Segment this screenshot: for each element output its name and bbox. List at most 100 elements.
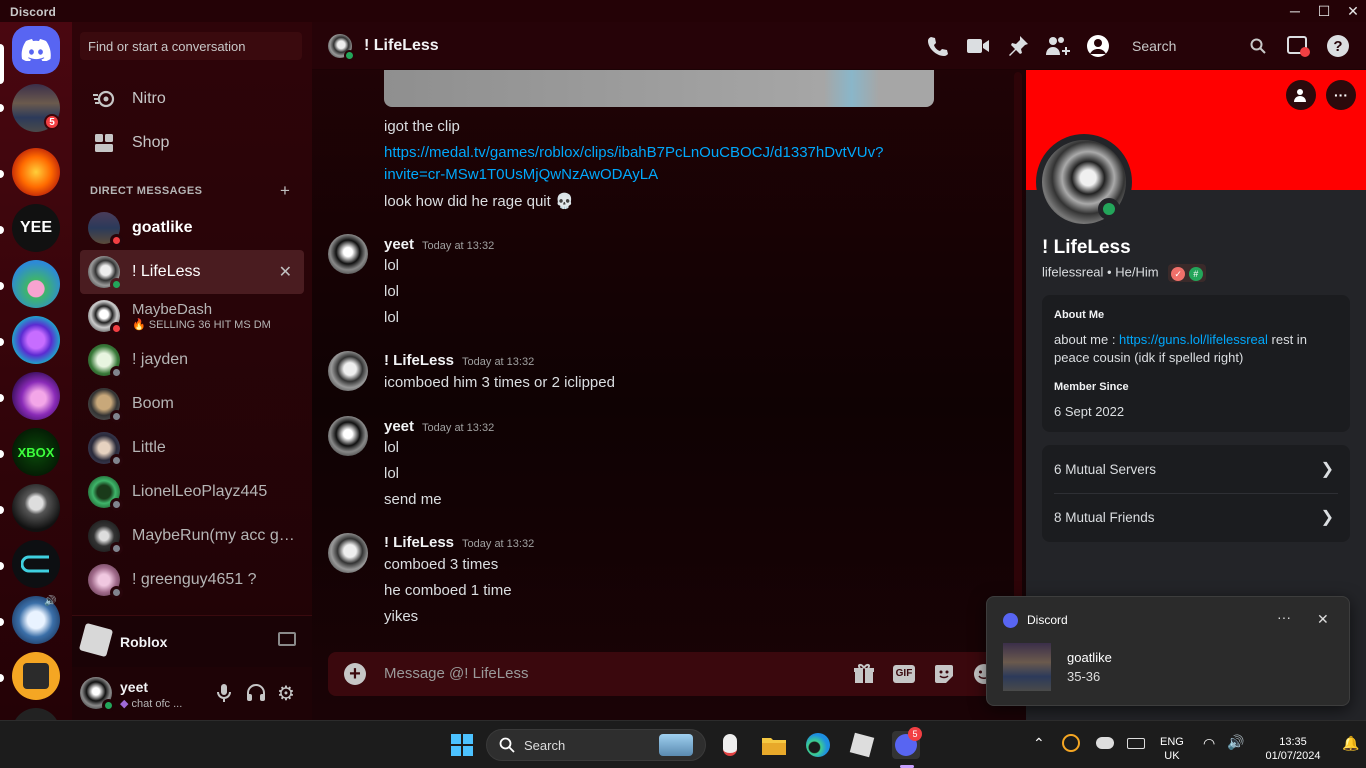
avatar (88, 476, 123, 511)
tray-chevron-up-icon[interactable]: ⌃ (1033, 735, 1045, 752)
file-explorer-icon[interactable] (760, 731, 788, 759)
taskbar-search[interactable]: Search (486, 729, 706, 761)
message-link-line1[interactable]: https://medal.tv/games/roblox/clips/ibah… (384, 144, 883, 161)
notification-more-icon[interactable]: ··· (1277, 609, 1291, 625)
pin-icon[interactable] (1006, 34, 1030, 58)
profile-username[interactable]: lifelessreal (1042, 264, 1103, 279)
message-text: yikes (384, 608, 419, 625)
server-icon-11[interactable] (12, 652, 60, 700)
home-button[interactable] (12, 26, 60, 74)
video-call-icon[interactable] (966, 34, 990, 58)
server-icon-12[interactable] (12, 708, 60, 720)
mutual-friends-row[interactable]: 8 Mutual Friends ❯ (1042, 494, 1350, 542)
dm-item-lionelleoplayz445[interactable]: LionelLeoPlayz445 (80, 470, 304, 514)
user-profile-icon[interactable] (1086, 34, 1110, 58)
message-timestamp: Today at 13:32 (422, 240, 495, 252)
server-icon-xbox[interactable]: XBOX (12, 428, 60, 476)
screen-share-icon[interactable] (278, 632, 296, 646)
gif-icon[interactable]: GIF (892, 662, 916, 686)
dm-item-lifeless[interactable]: ! LifeLess ✕ (80, 250, 304, 294)
windows-start-icon[interactable] (448, 731, 476, 759)
close-window-button[interactable]: ✕ (1338, 0, 1366, 22)
minimize-button[interactable]: ─ (1280, 0, 1310, 22)
volume-icon[interactable]: 🔊 (1227, 734, 1244, 751)
activity-panel[interactable]: Roblox (72, 615, 312, 667)
friend-status-icon[interactable] (1286, 80, 1316, 110)
notification-bell-icon[interactable]: 🔔 (1342, 735, 1359, 752)
dm-header: DIRECT MESSAGES (90, 185, 203, 197)
server-icon-yeet[interactable]: YEE (12, 204, 60, 252)
about-me-link[interactable]: https://guns.lol/lifelessreal (1119, 332, 1268, 347)
maximize-button[interactable]: ☐ (1309, 0, 1339, 22)
user-avatar[interactable] (80, 677, 115, 712)
notification-toast[interactable]: Discord ··· ✕ goatlike 35-36 (986, 596, 1350, 706)
online-status-indicator (1098, 198, 1120, 220)
dm-item-jayden[interactable]: ! jayden (80, 338, 304, 382)
gift-icon[interactable] (852, 662, 876, 686)
keyboard-icon[interactable] (1127, 738, 1145, 749)
hashtag-badge-icon[interactable]: # (1188, 267, 1203, 281)
message-author[interactable]: ! LifeLess Today at 13:32 (384, 534, 534, 551)
avatar (88, 256, 123, 291)
language-indicator[interactable]: ENG UK (1160, 735, 1184, 763)
embed-thumbnail[interactable] (384, 70, 934, 107)
unread-indicator (0, 170, 4, 178)
server-icon-2[interactable] (12, 148, 60, 196)
settings-gear-icon[interactable]: ⚙ (277, 681, 295, 706)
edge-browser-icon[interactable] (804, 731, 832, 759)
mutual-friends-label: 8 Mutual Friends (1054, 510, 1155, 525)
clock[interactable]: 13:35 01/07/2024 (1258, 735, 1328, 763)
dm-item-maybedash[interactable]: MaybeDash 🔥 SELLING 36 HIT MS DM (80, 294, 304, 338)
help-icon[interactable]: ? (1326, 34, 1350, 58)
author-avatar[interactable] (328, 533, 368, 573)
nav-shop[interactable]: Shop (80, 122, 304, 164)
notification-close-icon[interactable]: ✕ (1317, 611, 1329, 628)
dm-item-goatlike[interactable]: goatlike (80, 206, 304, 250)
message-composer[interactable]: + Message @! LifeLess GIF (328, 652, 1018, 696)
author-avatar[interactable] (328, 351, 368, 391)
server-icon-9[interactable] (12, 540, 60, 588)
message-author[interactable]: yeet Today at 13:32 (384, 236, 494, 253)
wifi-icon[interactable]: ◠ (1203, 735, 1215, 752)
mutual-servers-row[interactable]: 6 Mutual Servers ❯ (1042, 445, 1350, 493)
chat-scrollbar[interactable] (1014, 72, 1022, 632)
dm-item-mayberun[interactable]: MaybeRun(my acc got... (80, 514, 304, 558)
message-input[interactable]: Message @! LifeLess (384, 665, 528, 682)
message-author[interactable]: yeet Today at 13:32 (384, 418, 494, 435)
roblox-taskbar-icon[interactable] (848, 731, 876, 759)
author-avatar[interactable] (328, 416, 368, 456)
server-icon-5[interactable] (12, 316, 60, 364)
server-icon-6[interactable] (12, 372, 60, 420)
close-dm-icon[interactable]: ✕ (279, 262, 292, 282)
microphone-icon[interactable] (216, 683, 232, 708)
unread-indicator (0, 394, 4, 402)
create-dm-button[interactable]: + (280, 181, 290, 201)
inbox-icon[interactable] (1286, 34, 1310, 58)
about-me-card: About Me about me : https://guns.lol/lif… (1042, 295, 1350, 432)
add-attachment-icon[interactable]: + (344, 663, 366, 685)
header-search-input[interactable]: Search (1124, 33, 1274, 59)
voice-call-icon[interactable] (926, 34, 950, 58)
server-icon-8[interactable] (12, 484, 60, 532)
message-link-line2[interactable]: invite=cr-MSw1T0UsMjQwNzAwODAyLA (384, 166, 658, 183)
weather-icon[interactable] (1096, 737, 1114, 749)
window-titlebar: Discord ─ ☐ ✕ (0, 0, 1366, 22)
dm-item-boom[interactable]: Boom (80, 382, 304, 426)
channel-avatar (328, 34, 355, 61)
server-icon-4[interactable] (12, 260, 60, 308)
update-icon[interactable] (1062, 734, 1080, 752)
dm-search-input[interactable]: Find or start a conversation (80, 32, 302, 60)
dm-item-little[interactable]: Little (80, 426, 304, 470)
mouse-app-icon[interactable] (716, 731, 744, 759)
headphones-icon[interactable] (246, 683, 266, 708)
message-author[interactable]: ! LifeLess Today at 13:32 (384, 352, 534, 369)
avatar (88, 388, 123, 423)
dm-item-greenguy4651[interactable]: ! greenguy4651 ? (80, 558, 304, 602)
add-friends-icon[interactable] (1046, 34, 1070, 58)
author-avatar[interactable] (328, 234, 368, 274)
nav-nitro[interactable]: Nitro (80, 78, 304, 120)
heart-badge-icon[interactable]: ✓ (1171, 267, 1186, 281)
unread-indicator (0, 226, 4, 234)
sticker-icon[interactable] (932, 662, 956, 686)
more-options-icon[interactable]: ··· (1326, 80, 1356, 110)
